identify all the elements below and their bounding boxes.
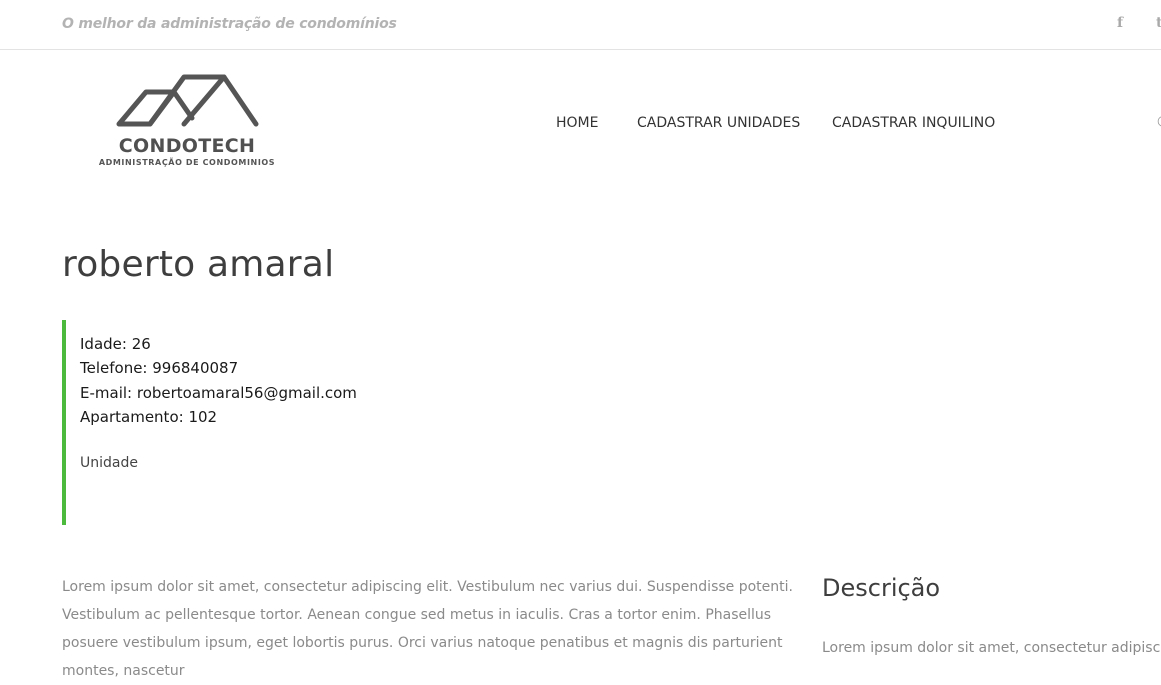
logo[interactable]: CONDOTECH ADMINISTRAÇÃO DE CONDOMINIOS (96, 70, 286, 170)
age-line: Idade: 26 (80, 335, 151, 353)
phone-line: Telefone: 996840087 (80, 359, 239, 377)
unidade-label: Unidade (80, 455, 138, 471)
roof-logo-icon (116, 74, 259, 127)
email-line: E-mail: robertoamaral56@gmail.com (80, 384, 357, 402)
side-text: Lorem ipsum dolor sit amet, consectetur … (822, 640, 1161, 656)
body-text: Lorem ipsum dolor sit amet, consectetur … (62, 579, 793, 679)
nav-item-home[interactable]: HOME (556, 115, 598, 131)
top-bar: O melhor da administração de condomínios… (0, 0, 1161, 50)
search-icon[interactable]: ○ (1157, 113, 1161, 129)
logo-name: CONDOTECH (118, 135, 256, 157)
tagline: O melhor da administração de condomínios (62, 16, 397, 32)
twitter-icon[interactable]: t (1156, 15, 1161, 31)
nav-item-cadastrar-unidades[interactable]: CADASTRAR UNIDADES (637, 115, 800, 131)
facebook-icon[interactable]: f (1117, 15, 1123, 31)
page-title: roberto amaral (62, 244, 335, 285)
nav-item-cadastrar-inquilino[interactable]: CADASTRAR INQUILINO (832, 115, 995, 131)
side-title: Descrição (822, 574, 941, 602)
logo-subtitle: ADMINISTRAÇÃO DE CONDOMINIOS (98, 158, 276, 167)
apartment-line: Apartamento: 102 (80, 408, 218, 426)
info-block: Idade: 26 Telefone: 996840087 E-mail: ro… (62, 320, 562, 525)
